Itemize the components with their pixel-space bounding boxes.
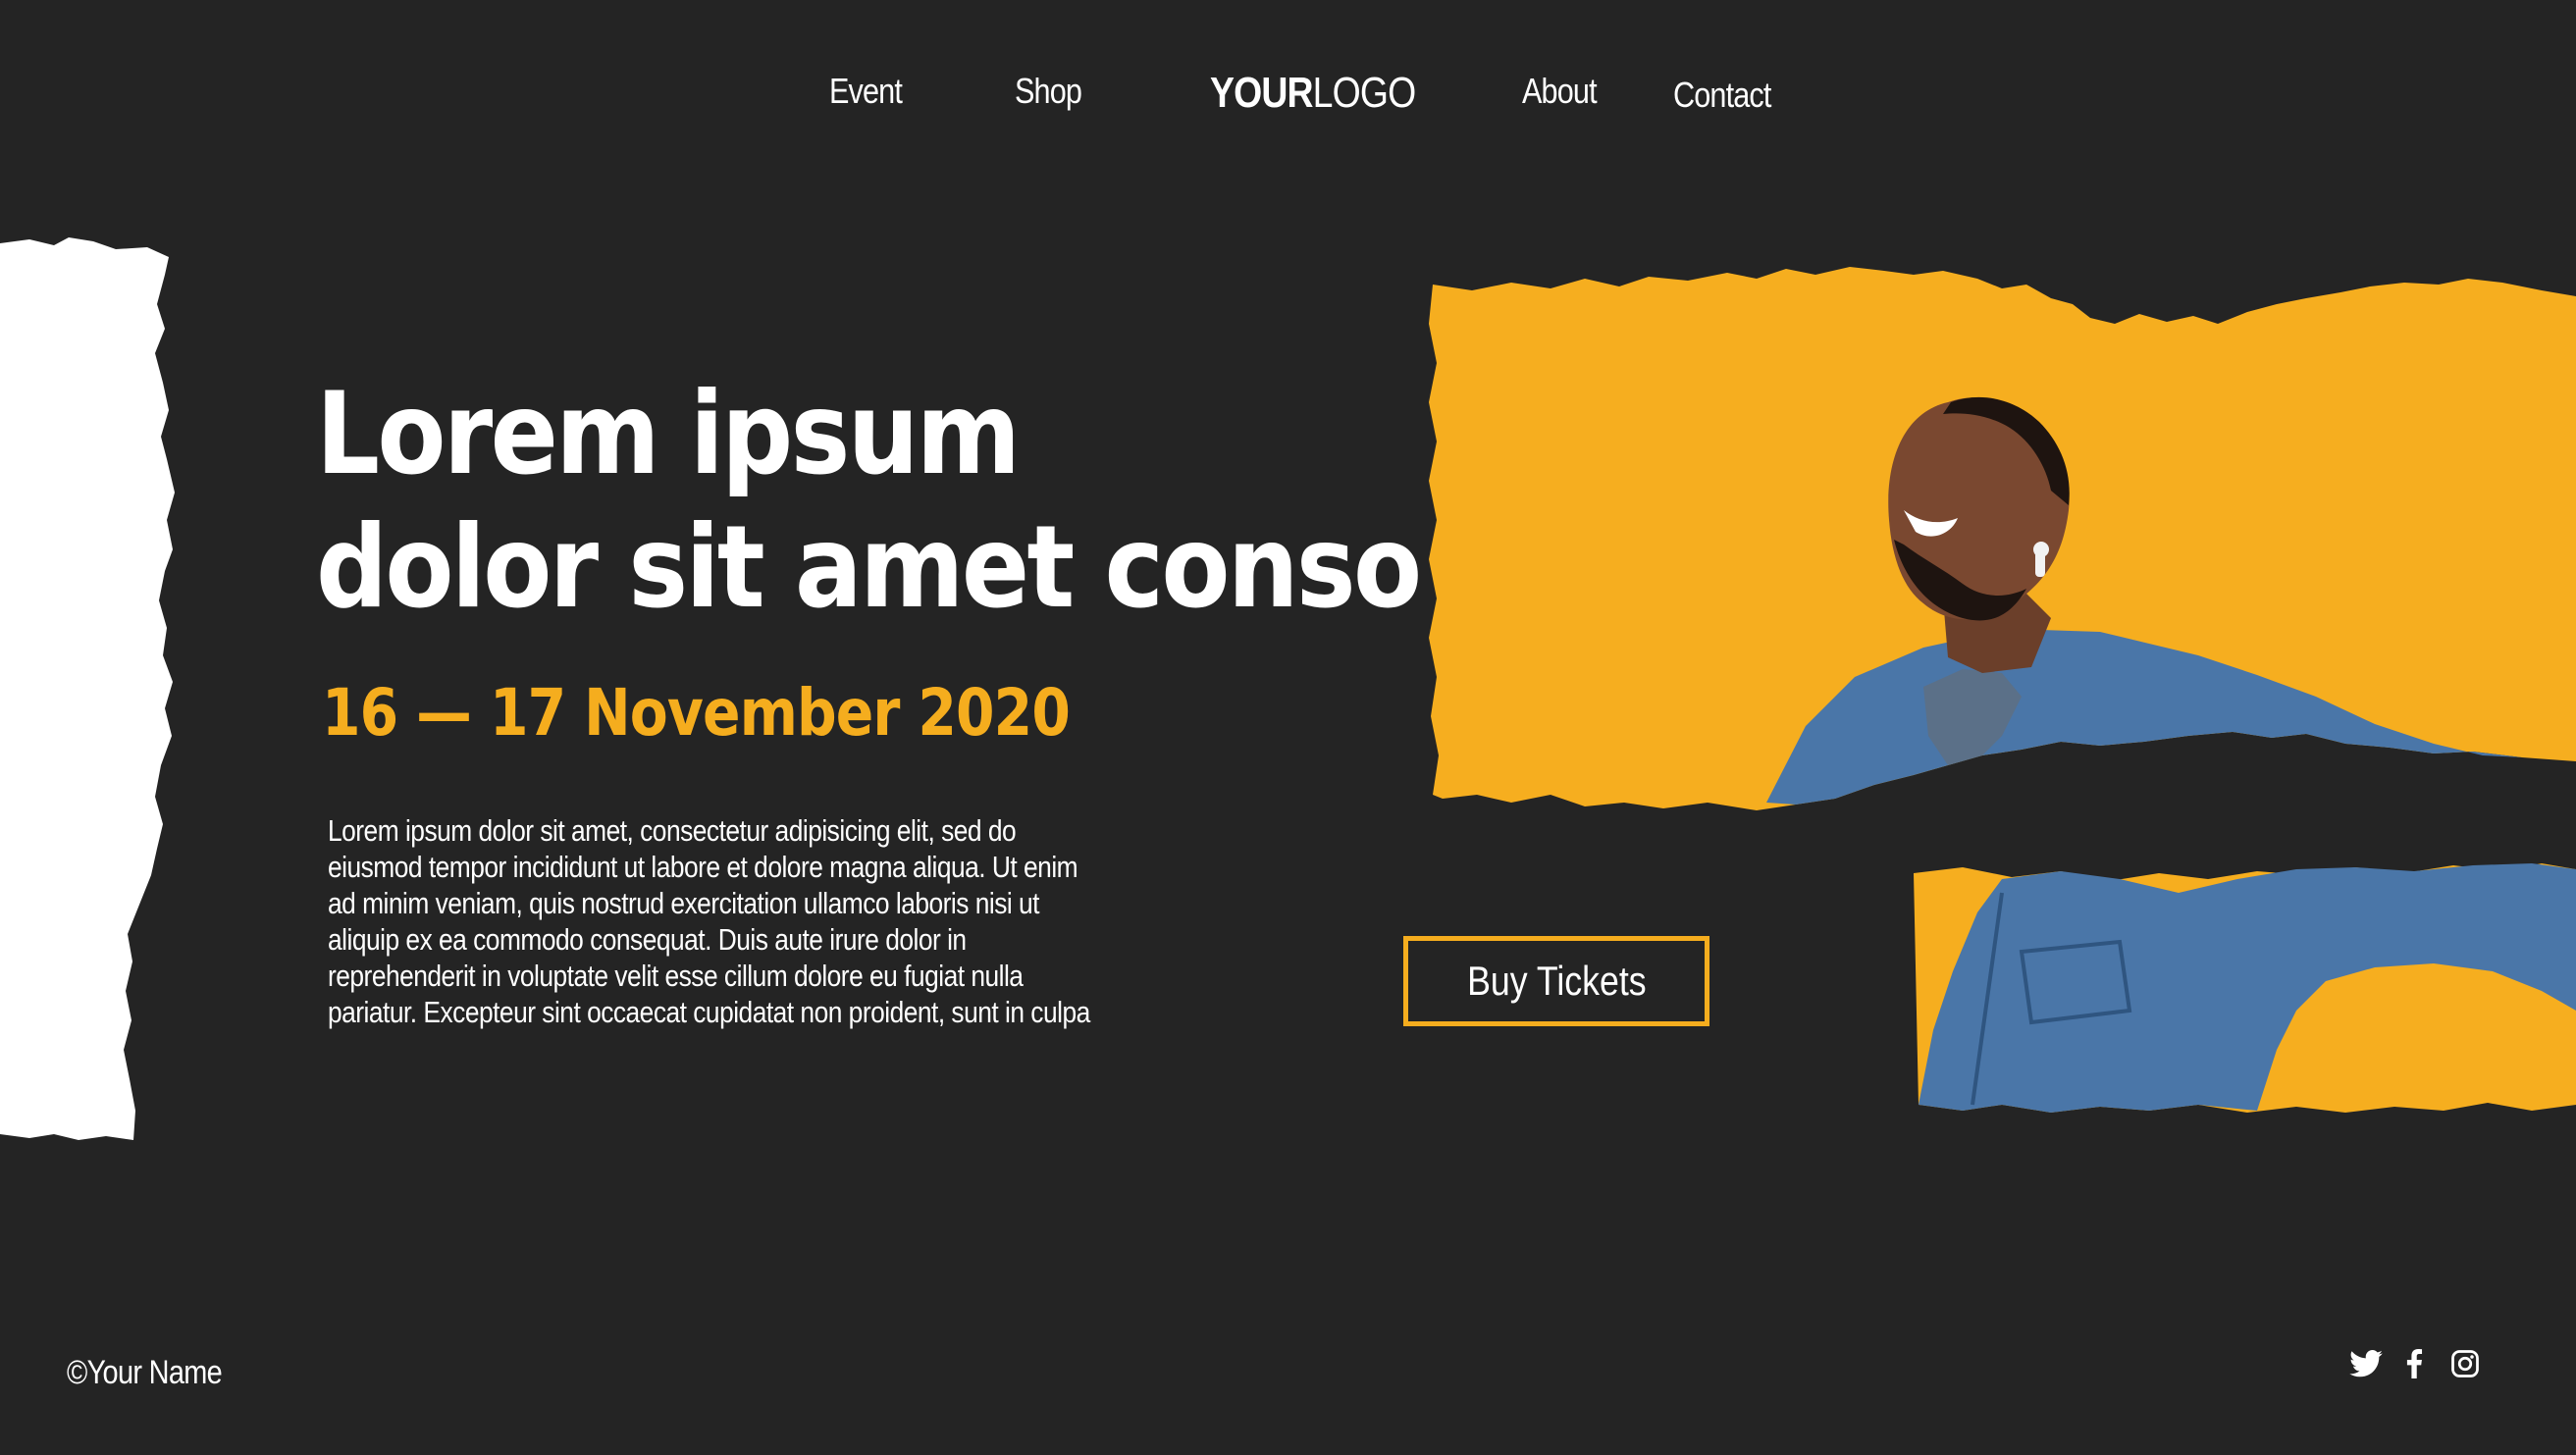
nav-link-contact[interactable]: Contact	[1673, 75, 1771, 116]
hero-description: Lorem ipsum dolor sit amet, consectetur …	[328, 812, 1104, 1030]
description-line: reprehenderit in voluptate velit esse ci…	[328, 959, 1024, 993]
nav-link-event[interactable]: Event	[829, 71, 903, 112]
top-navigation: Event Shop YOURLOGO About Contact	[0, 69, 2576, 128]
nav-link-about[interactable]: About	[1522, 71, 1598, 112]
copyright-text: ©Your Name	[67, 1354, 223, 1391]
buy-tickets-label: Buy Tickets	[1466, 958, 1647, 1004]
twitter-glyph	[2349, 1350, 2383, 1377]
logo-light-text: LOGO	[1312, 69, 1417, 117]
event-date: 16 — 17 November 2020	[322, 675, 1071, 751]
person-earbud-tip	[2033, 542, 2049, 557]
description-line: eiusmod tempor incididunt ut labore et d…	[328, 850, 1078, 884]
buy-tickets-button[interactable]: Buy Tickets	[1403, 936, 1709, 1026]
facebook-glyph	[2406, 1349, 2423, 1378]
description-line: ad minim veniam, quis nostrud exercitati…	[328, 886, 1039, 920]
headline-line-1: Lorem ipsum	[316, 368, 1021, 500]
nav-link-shop[interactable]: Shop	[1015, 71, 1082, 112]
twitter-icon[interactable]	[2349, 1346, 2383, 1381]
description-line: Lorem ipsum dolor sit amet, consectetur …	[328, 813, 1017, 848]
description-line: aliquip ex ea commodo consequat. Duis au…	[328, 922, 967, 957]
facebook-icon[interactable]	[2405, 1346, 2423, 1381]
torn-paper-decoration	[0, 237, 175, 1140]
logo-bold-text: YOUR	[1210, 69, 1314, 117]
headline-line-2: dolor sit amet conso	[316, 501, 1422, 634]
hero-headline: Lorem ipsum dolor sit amet conso	[316, 368, 1422, 635]
instagram-icon[interactable]	[2450, 1346, 2480, 1381]
description-line: pariatur. Excepteur sint occaecat cupida…	[328, 995, 1090, 1029]
instagram-glyph	[2451, 1350, 2479, 1377]
site-logo[interactable]: YOURLOGO	[1210, 69, 1417, 118]
